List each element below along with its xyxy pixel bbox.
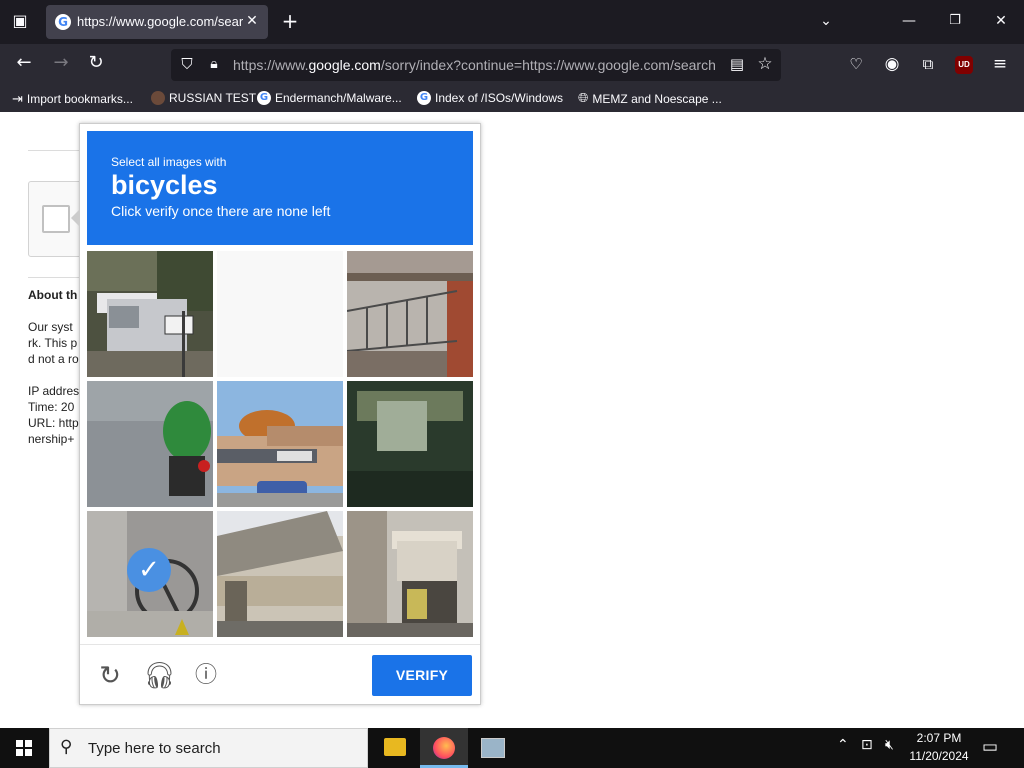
popup-arrow [71,209,80,227]
notifications-icon[interactable]: ▭ [982,737,998,757]
lock-icon[interactable]: 🔒︎ [203,54,225,76]
window-close-icon[interactable]: ✕ [990,11,1012,33]
para-line: rk. This p [28,336,78,350]
captcha-tile-2[interactable] [217,251,343,377]
captcha-tile-5[interactable] [217,381,343,507]
network-icon[interactable]: ⊡ [861,737,873,753]
target-object: bicycles [111,170,218,200]
selected-check-icon: ✓ [127,548,171,592]
firefox-icon [433,737,455,759]
globe-icon: 🌐︎ [578,91,589,106]
info-line: Time: 20 [28,400,75,414]
restore-icon[interactable]: ❐ [944,11,966,33]
tab-title: https://www.google.com/search [77,14,243,29]
minimize-icon[interactable]: — [898,11,920,33]
shield-icon[interactable]: ⛉ [176,54,198,76]
help-info-icon[interactable]: ⓘ [191,661,221,691]
ublock-icon[interactable]: UD [955,56,973,74]
reload-challenge-icon[interactable]: ↻ [95,661,125,691]
list-tabs-icon[interactable]: ⌄ [815,11,837,33]
window-image [347,381,473,507]
truck-image [87,251,213,377]
url-text[interactable]: https://www.google.com/sorry/index?conti… [233,57,717,73]
google-icon: G [55,14,71,30]
search-icon: ⚲ [60,737,73,757]
bookmark-isos[interactable]: G Index of /ISOs/Windows [417,91,563,105]
file-explorer-icon[interactable] [384,738,406,756]
divider [28,277,80,278]
google-icon: G [417,91,431,105]
reader-view-icon[interactable]: ▤ [726,54,748,76]
captcha-tile-8[interactable] [217,511,343,637]
control-panel-icon[interactable] [481,738,505,758]
para-line: Our syst [28,320,73,334]
info-line: URL: http [28,416,79,430]
challenge-footer-divider [80,644,480,645]
bookmark-star-icon[interactable]: ☆ [754,54,776,76]
show-hidden-icons[interactable]: ⌃ [837,737,849,753]
back-icon[interactable]: ← [13,53,35,75]
captcha-tile-4[interactable] [87,381,213,507]
instruction-text: Select all images with [111,155,227,169]
bookmark-memz[interactable]: 🌐︎ MEMZ and Noescape ... [578,91,722,106]
verify-button[interactable]: VERIFY [372,655,472,696]
balcony-image [347,251,473,377]
bookmark-import[interactable]: ⇥ Import bookmarks... [12,91,133,107]
storefront-image [217,381,343,507]
motorcycle-rider-image [87,381,213,507]
info-line: IP addres [28,384,80,398]
import-icon: ⇥ [12,91,23,106]
account-icon[interactable]: ◉ [881,54,903,76]
reload-icon[interactable]: ↻ [85,53,107,75]
new-tab-icon[interactable]: + [279,11,301,33]
para-line: d not a ro [28,352,79,366]
search-placeholder: Type here to search [88,740,221,757]
extensions-icon[interactable]: ⧉ [917,54,939,76]
info-line: nership+ [28,432,75,446]
clock-time[interactable]: 2:07 PM [909,731,969,745]
captcha-tile-3[interactable] [347,251,473,377]
windows-start-icon[interactable] [16,740,32,756]
pocket-icon[interactable]: ♡ [845,54,867,76]
about-heading: About th [28,288,78,302]
bookmark-endermanch[interactable]: G Endermanch/Malware... [257,91,402,105]
divider [28,150,80,151]
clock-date[interactable]: 11/20/2024 [905,749,973,763]
captcha-tile-6[interactable] [347,381,473,507]
audio-challenge-icon[interactable]: 🎧︎ [143,661,176,691]
forward-icon[interactable]: → [50,53,72,75]
avatar-icon [151,91,165,105]
bookmark-russian-test[interactable]: RUSSIAN TEST [151,91,256,105]
firefox-view-icon[interactable]: ▣ [9,11,31,33]
menu-icon[interactable]: ≡ [989,54,1011,76]
recaptcha-checkbox[interactable] [42,205,70,233]
instruction-subtext: Click verify once there are none left [111,203,331,219]
captcha-tile-1[interactable] [87,251,213,377]
building-image [217,511,343,637]
close-tab-icon[interactable]: ✕ [241,11,263,33]
volume-muted-icon[interactable]: 🔇︎ [885,737,894,753]
google-icon: G [257,91,271,105]
shop-image [347,511,473,637]
captcha-tile-9[interactable] [347,511,473,637]
